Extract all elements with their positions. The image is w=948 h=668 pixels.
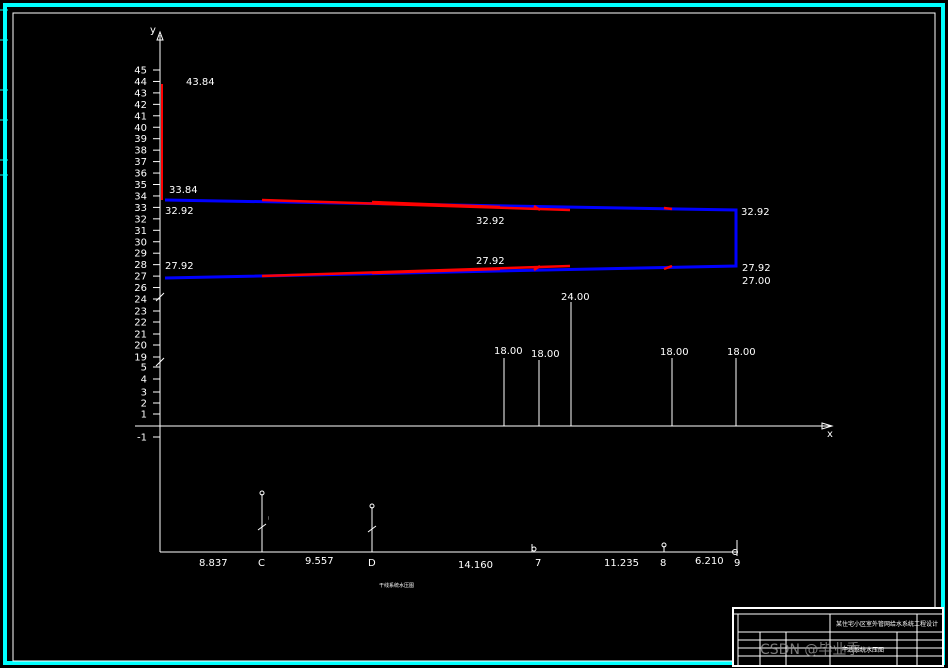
y-tick-label: 36 [134,169,147,180]
y-tick-label: 42 [134,100,147,111]
y-tick-label: 27 [134,272,147,283]
y-tick-label: 43 [134,88,147,99]
segment-label-3: 14.160 [458,560,493,571]
tiny-node-text-c: — [266,516,271,520]
y-tick-label: 31 [134,226,147,237]
node-markers [257,490,738,555]
value-bars [503,302,737,426]
node-label-9: 9 [734,558,740,569]
label-27-00-right: 27.00 [742,276,771,287]
segment-label-4: 11.235 [604,558,639,569]
y-tick-label: 39 [134,134,147,145]
y-tick-label: 28 [134,260,147,271]
label-27-92-left: 27.92 [165,261,194,272]
cad-drawing-canvas: y x 454443424140393837363534333231302928… [0,3,945,667]
label-27-92-inner: 27.92 [476,256,505,267]
label-32-92-inner: 32.92 [476,216,505,227]
title-block: 某住宅小区室外管网给水系统工程设计 干线系统水压图 CSDN @毕业季 [732,607,944,667]
y-tick-label: 44 [134,77,147,88]
bottom-caption: 干线系统水压图 [379,582,414,589]
y-tick-label: 21 [134,330,147,341]
y-tick-label: 20 [134,341,147,352]
label-43-84: 43.84 [186,77,215,88]
label-32-92-right: 32.92 [741,207,770,218]
y-tick-label: 22 [134,318,147,329]
label-33-84: 33.84 [169,185,198,196]
node-label-8: 8 [660,558,666,569]
y-tick-label: 30 [134,237,147,248]
segment-label-2: 9.557 [305,556,334,567]
y-axis-ticks: 4544434241403938373635343332313029282726… [134,66,160,444]
y-tick-label: 41 [134,111,147,122]
y-tick-label: 26 [134,283,147,294]
label-27-92-right: 27.92 [742,263,771,274]
node-label-d: D [368,558,376,569]
y-tick-label: 35 [134,180,147,191]
y-tick-label: 24 [134,295,147,306]
y-tick-label: 37 [134,157,147,168]
segment-label-1: 8.837 [199,558,228,569]
y-tick-label: 1 [141,410,147,421]
y-tick-label: 5 [141,363,147,374]
y-tick-label: 29 [134,249,147,260]
bar-label-3: 24.00 [561,292,590,303]
y-tick-label: 32 [134,214,147,225]
red-pressure-lines [261,198,673,278]
title-block-title: 某住宅小区室外管网给水系统工程设计 [836,620,938,628]
bar-label-5: 18.00 [727,347,756,358]
bar-label-4: 18.00 [660,347,689,358]
node-label-7: 7 [535,558,541,569]
node-label-c: C [258,558,265,569]
y-tick-label: 40 [134,123,147,134]
y-tick-label: -1 [137,433,147,444]
y-tick-label: 38 [134,146,147,157]
bar-label-2: 18.00 [531,349,560,360]
y-tick-label: 34 [134,191,147,202]
x-axis-label: x [827,429,833,440]
y-tick-label: 33 [134,203,147,214]
y-tick-label: 23 [134,307,147,318]
y-tick-label: 3 [141,388,147,399]
blue-profile [164,198,738,280]
y-tick-label: 4 [141,375,147,386]
y-tick-label: 45 [134,66,147,77]
watermark-text: CSDN @毕业季 [760,642,860,658]
y-tick-label: 2 [141,399,147,410]
y-axis-label: y [150,25,156,36]
segment-label-5: 6.210 [695,556,724,567]
bar-label-1: 18.00 [494,346,523,357]
label-32-92-left: 32.92 [165,206,194,217]
